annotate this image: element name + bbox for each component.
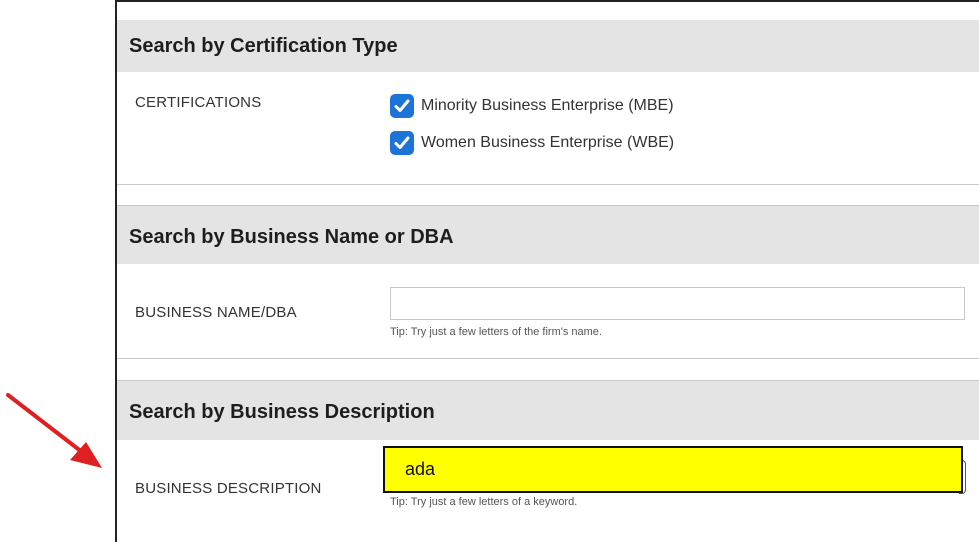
wbe-checkbox-label: Women Business Enterprise (WBE) [421, 134, 675, 151]
checkmark-icon [394, 136, 410, 149]
certification-section-title: Search by Certification Type [129, 35, 398, 57]
section-title: Search by Certification Type [117, 20, 979, 72]
mbe-checkbox-row[interactable]: Minority Business Enterprise (MBE) [390, 94, 674, 118]
wbe-checkbox-row[interactable]: Women Business Enterprise (WBE) [390, 131, 674, 155]
business-description-section-title: Search by Business Description [129, 401, 435, 423]
business-name-section-title: Search by Business Name or DBA [129, 226, 454, 248]
mbe-checkbox[interactable] [390, 94, 414, 118]
section-title: Search by Business Description [117, 381, 979, 440]
business-description-tip: Tip: Try just a few letters of a keyword… [390, 496, 578, 508]
business-description-label: BUSINESS DESCRIPTION [135, 480, 322, 497]
business-name-label: BUSINESS NAME/DBA [135, 304, 297, 321]
wbe-checkbox[interactable] [390, 131, 414, 155]
red-arrow-icon [6, 393, 102, 468]
business-name-input[interactable] [390, 287, 965, 320]
certifications-label: CERTIFICATIONS [135, 94, 262, 111]
business-name-tip: Tip: Try just a few letters of the firm'… [390, 326, 602, 338]
mbe-checkbox-label: Minority Business Enterprise (MBE) [421, 97, 674, 114]
section-title: Search by Business Name or DBA [117, 206, 979, 264]
business-description-input[interactable] [383, 446, 963, 493]
checkmark-icon [394, 99, 410, 112]
